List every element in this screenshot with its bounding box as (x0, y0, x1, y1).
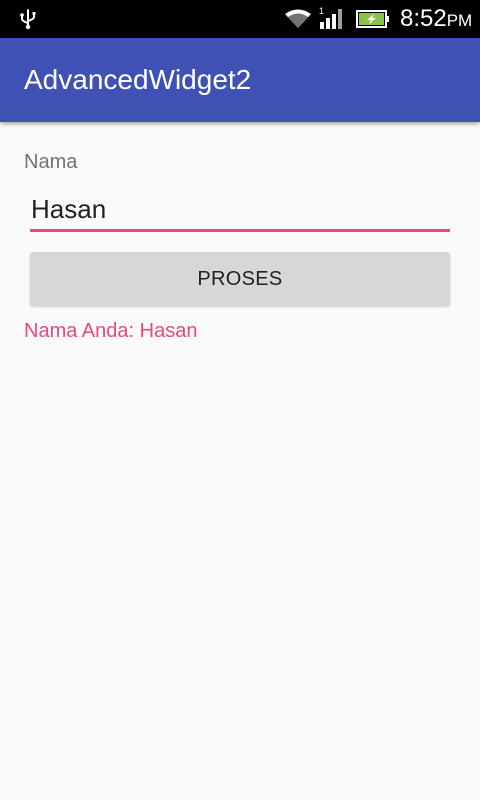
main-content: Nama PROSES Nama Anda: Hasan (0, 122, 480, 800)
wifi-icon (285, 9, 311, 28)
signal-badge: 1 (319, 6, 324, 16)
status-bar: 1 8:52PM (0, 0, 480, 38)
app-title: AdvancedWidget2 (24, 64, 252, 95)
name-input[interactable] (30, 190, 450, 232)
clock-ampm: PM (446, 11, 473, 30)
app-bar: AdvancedWidget2 (0, 38, 480, 122)
result-text: Nama Anda: Hasan (24, 320, 198, 342)
name-label: Nama (24, 151, 78, 173)
proses-button[interactable]: PROSES (30, 252, 450, 306)
status-clock: 8:52PM (400, 4, 472, 34)
signal-icon: 1 (319, 6, 342, 29)
usb-icon (20, 9, 36, 30)
battery-charging-icon (356, 10, 389, 28)
clock-time: 8:52 (400, 5, 447, 32)
